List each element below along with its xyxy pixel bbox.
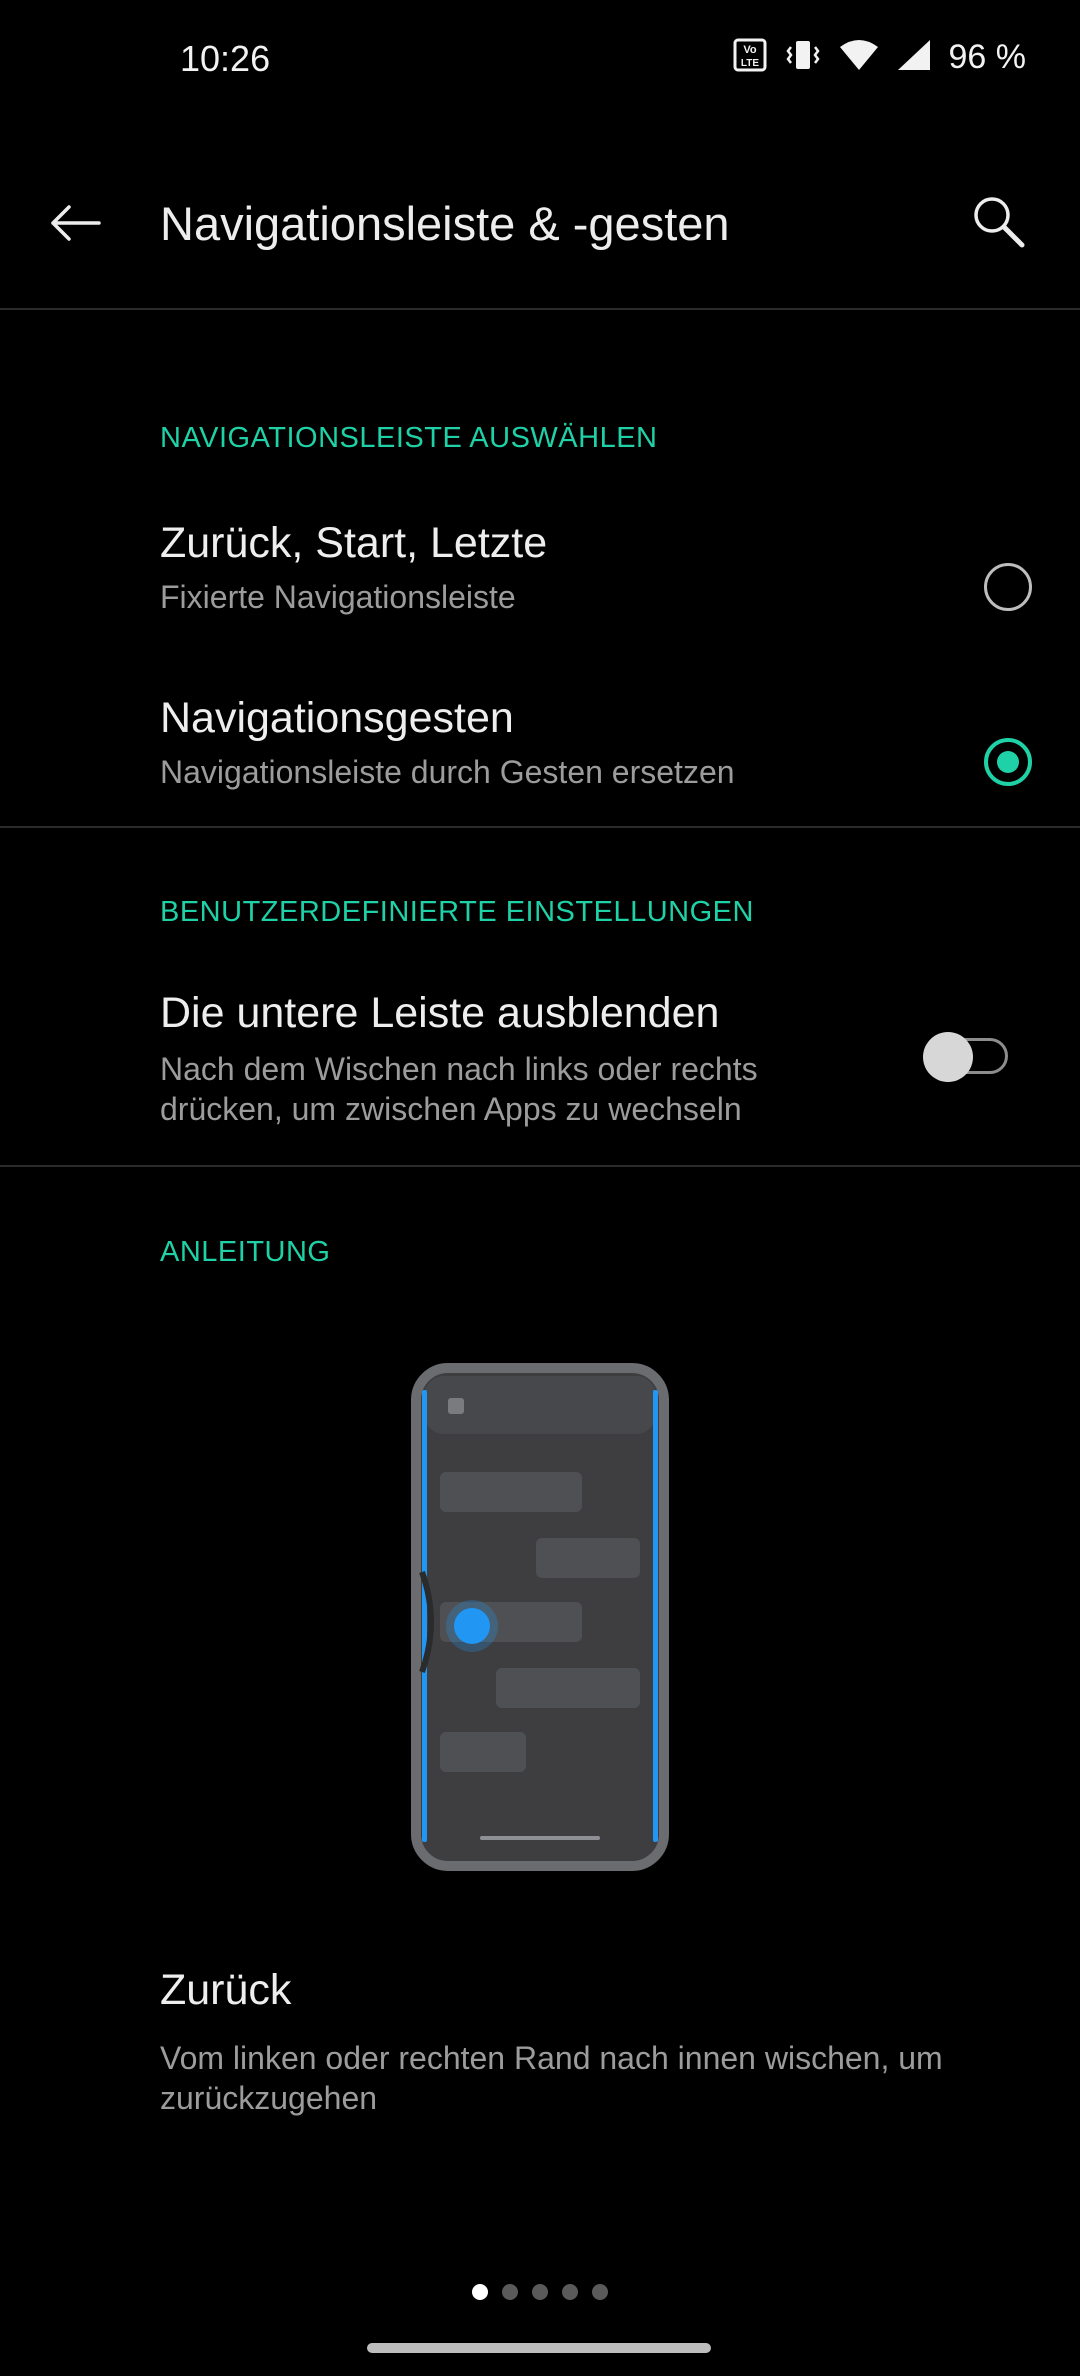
option-title: Zurück, Start, Letzte: [160, 519, 548, 567]
setting-title: Die untere Leiste ausblenden: [160, 989, 720, 1037]
arrow-left-icon: [47, 203, 103, 248]
svg-text:LTE: LTE: [740, 58, 758, 69]
page-dot[interactable]: [502, 2284, 518, 2300]
header-divider: [0, 308, 1080, 310]
page-dot[interactable]: [562, 2284, 578, 2300]
setting-subtitle-line2: drücken, um zwischen Apps zu wechseln: [160, 1091, 742, 1127]
gesture-description-line2: zurückzugehen: [160, 2080, 378, 2116]
wifi-icon: [839, 39, 879, 76]
option-buttons-nav[interactable]: Zurück, Start, Letzte Fixierte Navigatio…: [0, 505, 1080, 655]
search-icon: [970, 193, 1030, 258]
status-time: 10:26: [180, 38, 271, 79]
setting-hide-bottom-bar[interactable]: Die untere Leiste ausblenden Nach dem Wi…: [0, 975, 1080, 1145]
gesture-title: Zurück: [160, 1966, 292, 2014]
search-button[interactable]: [960, 190, 1040, 260]
section-label-custom: BENUTZERDEFINIERTE EINSTELLUNGEN: [160, 896, 754, 928]
signal-icon: [897, 39, 931, 76]
option-title: Navigationsgesten: [160, 694, 514, 742]
section-label-nav: NAVIGATIONSLEISTE AUSWÄHLEN: [160, 422, 658, 454]
battery-percentage: 96 %: [948, 38, 1027, 76]
toggle-knob[interactable]: [923, 1032, 973, 1082]
radio-button-off[interactable]: [984, 563, 1032, 611]
section-divider: [0, 1165, 1080, 1167]
option-subtitle: Fixierte Navigationsleiste: [160, 579, 516, 615]
page-indicator[interactable]: [0, 2284, 1080, 2300]
gesture-illustration: [410, 1362, 670, 1872]
svg-text:Vo: Vo: [743, 44, 757, 56]
volte-icon: Vo LTE: [733, 38, 767, 77]
status-icons: Vo LTE 96 %: [733, 38, 1027, 77]
section-divider: [0, 826, 1080, 828]
setting-subtitle-line1: Nach dem Wischen nach links oder rechts: [160, 1051, 758, 1087]
radio-button-on[interactable]: [984, 738, 1032, 786]
gesture-description-line1: Vom linken oder rechten Rand nach innen …: [160, 2040, 943, 2076]
back-button[interactable]: [40, 190, 110, 260]
section-label-guide: ANLEITUNG: [160, 1236, 331, 1268]
option-gesture-nav[interactable]: Navigationsgesten Navigationsleiste durc…: [0, 680, 1080, 830]
vibrate-icon: [785, 38, 821, 77]
page-title: Navigationsleiste & -gesten: [160, 197, 730, 250]
page-dot[interactable]: [532, 2284, 548, 2300]
page-dot[interactable]: [592, 2284, 608, 2300]
home-indicator[interactable]: [367, 2343, 711, 2353]
page-dot-active[interactable]: [472, 2284, 488, 2300]
option-subtitle: Navigationsleiste durch Gesten ersetzen: [160, 754, 735, 790]
